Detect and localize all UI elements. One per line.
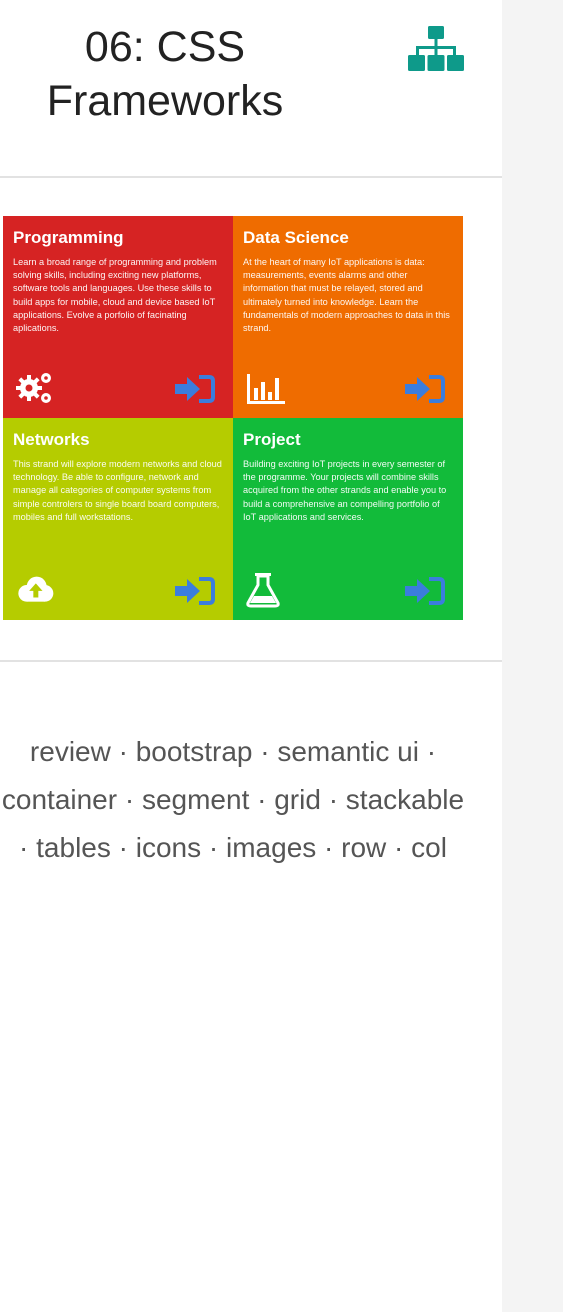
tile-networks: Networks This strand will explore modern… [3,418,233,620]
title-line-2: Frameworks [46,77,284,125]
tile-title: Project [243,430,301,449]
sign-in-arrow-icon [175,375,215,403]
tile-text: Building exciting IoT projects in every … [243,459,447,522]
tag-list: review · bootstrap · semantic ui · conta… [1,736,465,863]
tile-text: At the heart of many IoT applications is… [243,257,450,334]
tile-text: This strand will explore modern networks… [13,459,222,522]
gears-icon [16,373,51,403]
tile-title: Programming [13,228,124,247]
bar-chart-icon [247,374,285,404]
strands-image[interactable]: Programming Learn a broad range of progr… [3,216,463,620]
sign-in-arrow-icon [175,577,215,605]
lab-card: 06: CSS Frameworks Programming Learn a b… [0,0,502,1312]
card-header: 06: CSS Frameworks [0,0,502,178]
tile-project: Project Building exciting IoT projects i… [233,418,463,620]
sitemap-icon[interactable] [408,26,464,74]
title-line-1: 06: CSS [84,23,246,71]
tile-text: Learn a broad range of programming and p… [13,257,217,334]
page-title[interactable]: 06: CSS Frameworks [10,20,320,128]
flask-icon [246,573,280,608]
sign-in-arrow-icon [405,577,445,605]
tile-programming: Programming Learn a broad range of progr… [3,216,233,418]
divider [0,660,502,662]
sign-in-arrow-icon [405,375,445,403]
tile-title: Data Science [243,228,349,247]
side-panel [502,0,563,1312]
cloud-upload-icon [18,576,54,602]
tile-title: Networks [13,430,90,449]
tile-data-science: Data Science At the heart of many IoT ap… [233,216,463,418]
